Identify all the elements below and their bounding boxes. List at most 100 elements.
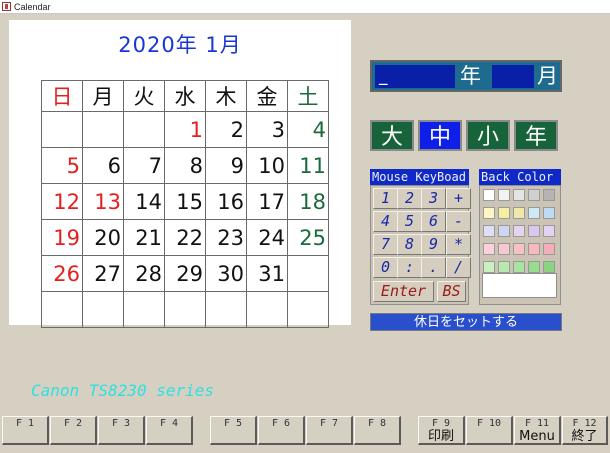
color-swatch[interactable] bbox=[528, 225, 540, 237]
enter-key[interactable]: Enter bbox=[373, 281, 434, 302]
day-cell[interactable]: 19 bbox=[41, 219, 83, 256]
day-cell[interactable]: 1 bbox=[164, 111, 206, 148]
day-cell[interactable]: 22 bbox=[164, 219, 206, 256]
size-small-button[interactable]: 小 bbox=[466, 120, 510, 151]
key-4[interactable]: 4 bbox=[373, 211, 398, 232]
day-cell[interactable]: 5 bbox=[41, 147, 83, 184]
f6-button[interactable]: F 6 bbox=[258, 416, 305, 445]
color-swatch[interactable] bbox=[498, 261, 510, 273]
day-cell[interactable]: 3 bbox=[246, 111, 288, 148]
color-swatch[interactable] bbox=[528, 243, 540, 255]
month-input[interactable] bbox=[492, 65, 534, 88]
f11-menu-button[interactable]: F 11 Menu bbox=[514, 416, 561, 445]
f10-button[interactable]: F 10 bbox=[466, 416, 513, 445]
color-swatch[interactable] bbox=[513, 207, 525, 219]
f8-button[interactable]: F 8 bbox=[354, 416, 401, 445]
day-cell[interactable]: 27 bbox=[82, 255, 124, 292]
day-cell[interactable]: 31 bbox=[246, 255, 288, 292]
key-3[interactable]: 3 bbox=[421, 188, 446, 209]
day-cell[interactable]: 10 bbox=[246, 147, 288, 184]
color-swatch[interactable] bbox=[483, 225, 495, 237]
color-swatch[interactable] bbox=[543, 189, 555, 201]
f5-button[interactable]: F 5 bbox=[210, 416, 257, 445]
day-cell[interactable]: 21 bbox=[123, 219, 165, 256]
key-colon[interactable]: : bbox=[397, 257, 422, 278]
color-swatch[interactable] bbox=[528, 261, 540, 273]
day-cell[interactable]: 18 bbox=[287, 183, 329, 220]
key-plus[interactable]: + bbox=[446, 188, 471, 209]
day-cell[interactable]: 24 bbox=[246, 219, 288, 256]
key-multiply[interactable]: * bbox=[446, 234, 471, 255]
color-swatch[interactable] bbox=[528, 207, 540, 219]
day-cell[interactable] bbox=[41, 291, 83, 328]
f12-exit-button[interactable]: F 12 終了 bbox=[562, 416, 608, 445]
color-swatch[interactable] bbox=[513, 261, 525, 273]
day-cell[interactable]: 17 bbox=[246, 183, 288, 220]
day-cell[interactable] bbox=[246, 291, 288, 328]
day-cell[interactable]: 25 bbox=[287, 219, 329, 256]
day-cell[interactable]: 11 bbox=[287, 147, 329, 184]
key-slash[interactable]: / bbox=[446, 257, 471, 278]
color-swatch[interactable] bbox=[483, 261, 495, 273]
key-7[interactable]: 7 bbox=[373, 234, 398, 255]
day-cell[interactable]: 23 bbox=[205, 219, 247, 256]
f3-button[interactable]: F 3 bbox=[98, 416, 145, 445]
year-view-button[interactable]: 年 bbox=[514, 120, 558, 151]
f9-print-button[interactable]: F 9 印刷 bbox=[418, 416, 465, 445]
day-cell[interactable]: 16 bbox=[205, 183, 247, 220]
size-medium-button[interactable]: 中 bbox=[418, 120, 462, 151]
color-swatch[interactable] bbox=[513, 243, 525, 255]
day-cell[interactable]: 7 bbox=[123, 147, 165, 184]
day-cell[interactable]: 26 bbox=[41, 255, 83, 292]
year-input[interactable]: _ bbox=[375, 65, 455, 88]
day-cell[interactable]: 30 bbox=[205, 255, 247, 292]
key-8[interactable]: 8 bbox=[397, 234, 422, 255]
color-swatch[interactable] bbox=[498, 243, 510, 255]
day-cell[interactable]: 15 bbox=[164, 183, 206, 220]
backspace-key[interactable]: BS bbox=[437, 281, 466, 302]
day-cell[interactable]: 29 bbox=[164, 255, 206, 292]
day-cell[interactable] bbox=[205, 291, 247, 328]
day-cell[interactable]: 13 bbox=[82, 183, 124, 220]
day-cell[interactable] bbox=[287, 291, 329, 328]
f4-button[interactable]: F 4 bbox=[146, 416, 193, 445]
key-minus[interactable]: - bbox=[446, 211, 471, 232]
color-swatch[interactable] bbox=[498, 225, 510, 237]
color-swatch[interactable] bbox=[498, 207, 510, 219]
color-swatch[interactable] bbox=[483, 243, 495, 255]
key-9[interactable]: 9 bbox=[421, 234, 446, 255]
color-swatch[interactable] bbox=[498, 189, 510, 201]
key-period[interactable]: . bbox=[421, 257, 446, 278]
key-2[interactable]: 2 bbox=[397, 188, 422, 209]
color-swatch[interactable] bbox=[543, 243, 555, 255]
color-swatch[interactable] bbox=[543, 261, 555, 273]
key-0[interactable]: 0 bbox=[373, 257, 398, 278]
size-large-button[interactable]: 大 bbox=[370, 120, 414, 151]
f7-button[interactable]: F 7 bbox=[306, 416, 353, 445]
color-swatch[interactable] bbox=[528, 189, 540, 201]
color-swatch[interactable] bbox=[483, 189, 495, 201]
key-6[interactable]: 6 bbox=[421, 211, 446, 232]
day-cell[interactable]: 20 bbox=[82, 219, 124, 256]
day-cell[interactable] bbox=[287, 255, 329, 292]
day-cell[interactable]: 4 bbox=[287, 111, 329, 148]
day-cell[interactable]: 6 bbox=[82, 147, 124, 184]
day-cell[interactable]: 12 bbox=[41, 183, 83, 220]
color-swatch[interactable] bbox=[543, 225, 555, 237]
f2-button[interactable]: F 2 bbox=[50, 416, 97, 445]
day-cell[interactable] bbox=[41, 111, 83, 148]
day-cell[interactable]: 14 bbox=[123, 183, 165, 220]
f1-button[interactable]: F 1 bbox=[2, 416, 49, 445]
set-holidays-button[interactable]: 休日をセットする bbox=[370, 313, 562, 331]
day-cell[interactable]: 9 bbox=[205, 147, 247, 184]
key-5[interactable]: 5 bbox=[397, 211, 422, 232]
day-cell[interactable]: 8 bbox=[164, 147, 206, 184]
day-cell[interactable]: 28 bbox=[123, 255, 165, 292]
color-swatch[interactable] bbox=[483, 207, 495, 219]
day-cell[interactable] bbox=[164, 291, 206, 328]
day-cell[interactable]: 2 bbox=[205, 111, 247, 148]
color-swatch[interactable] bbox=[543, 207, 555, 219]
day-cell[interactable] bbox=[123, 291, 165, 328]
color-swatch[interactable] bbox=[513, 189, 525, 201]
day-cell[interactable] bbox=[82, 111, 124, 148]
